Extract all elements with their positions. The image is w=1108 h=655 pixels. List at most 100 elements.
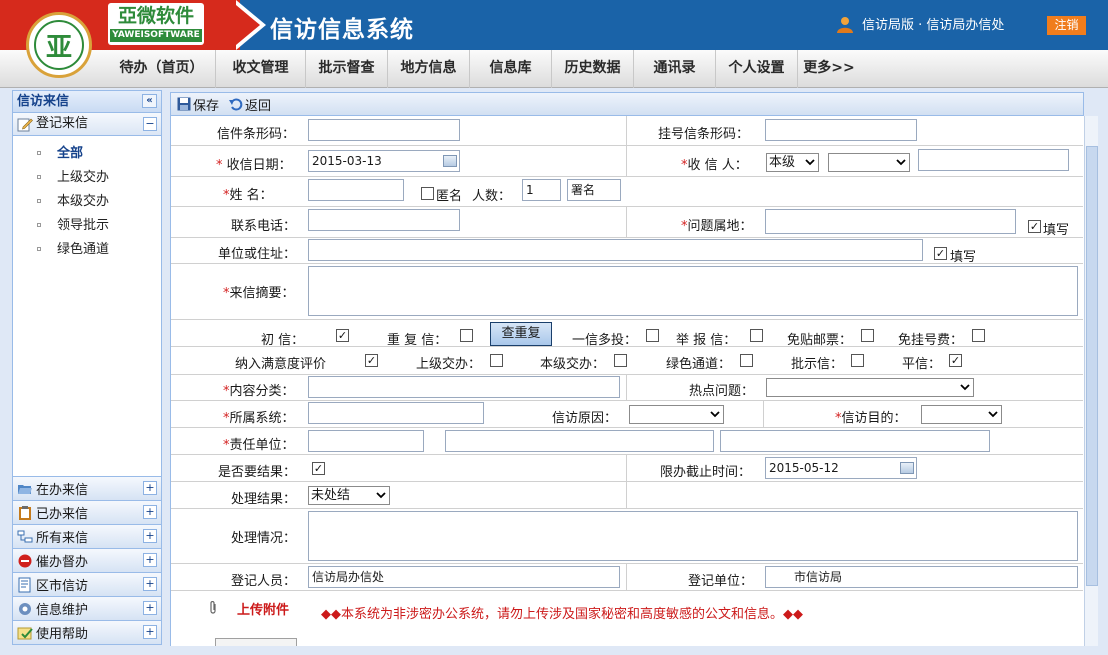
- calendar-icon[interactable]: [900, 462, 914, 474]
- satisfaction-label: 纳入满意度评价: [235, 357, 327, 372]
- nav-instructions[interactable]: 批示督查: [306, 50, 388, 88]
- row-phone: 联系电话： *问题属地： ✓ 填写: [171, 207, 1083, 238]
- check-duplicate-button[interactable]: 查重复: [490, 322, 552, 346]
- green-channel-checkbox[interactable]: [740, 354, 753, 367]
- reason-select[interactable]: [629, 405, 724, 424]
- row-situation: 处理情况：: [171, 509, 1083, 564]
- content-class-label: *内容分类：: [223, 380, 295, 399]
- address-input[interactable]: [308, 239, 923, 261]
- hot-issue-select[interactable]: [766, 378, 974, 397]
- repeat-letter-checkbox[interactable]: [460, 329, 473, 342]
- nav-info-library[interactable]: 信息库: [470, 50, 552, 88]
- panel-label: 区市信访: [36, 579, 89, 594]
- phone-input[interactable]: [308, 209, 460, 231]
- sidebar-item-green[interactable]: 绿色通道: [13, 238, 161, 262]
- barcode-input[interactable]: [308, 119, 460, 141]
- receiver-person-select[interactable]: [828, 153, 910, 172]
- nav-local-info[interactable]: 地方信息: [388, 50, 470, 88]
- situation-textarea[interactable]: [308, 511, 1078, 561]
- instruction-letter-checkbox[interactable]: [851, 354, 864, 367]
- satisfaction-checkbox[interactable]: ✓: [365, 354, 378, 367]
- unit-input-3[interactable]: [720, 430, 990, 452]
- location-fill-label: 填写: [1043, 223, 1070, 238]
- logout-button[interactable]: 注销: [1047, 16, 1086, 35]
- receive-date-input[interactable]: 2015-03-13: [308, 150, 460, 172]
- expand-toggle[interactable]: +: [143, 505, 157, 519]
- location-input[interactable]: [765, 209, 1016, 234]
- superior-assign-checkbox[interactable]: [490, 354, 503, 367]
- expand-toggle[interactable]: +: [143, 577, 157, 591]
- upload-button[interactable]: [215, 638, 297, 646]
- form-scrollbar[interactable]: [1084, 116, 1098, 646]
- sidebar-item-superior[interactable]: 上级交办: [13, 166, 161, 190]
- count-input[interactable]: 1: [522, 179, 561, 201]
- free-registration-checkbox[interactable]: [972, 329, 985, 342]
- signed-input[interactable]: 署名: [567, 179, 621, 201]
- address-fill-checkbox[interactable]: ✓: [934, 247, 947, 260]
- nav-incoming-docs[interactable]: 收文管理: [216, 50, 306, 88]
- local-assign-checkbox[interactable]: [614, 354, 627, 367]
- unit-input-1[interactable]: [308, 430, 424, 452]
- nav-contacts[interactable]: 通讯录: [634, 50, 716, 88]
- location-fill-checkbox[interactable]: ✓: [1028, 220, 1041, 233]
- need-result-checkbox[interactable]: ✓: [312, 462, 325, 475]
- sidebar-item-local[interactable]: 本级交办: [13, 190, 161, 214]
- document-icon: [18, 577, 31, 592]
- panel-district[interactable]: 区市信访 +: [13, 572, 161, 596]
- collapse-sidebar-button[interactable]: «: [142, 94, 157, 108]
- panel-in-progress[interactable]: 在办来信 +: [13, 476, 161, 500]
- panel-maintenance[interactable]: 信息维护 +: [13, 596, 161, 620]
- deadline-input[interactable]: 2015-05-12: [765, 457, 917, 479]
- panel-done[interactable]: 已办来信 +: [13, 500, 161, 524]
- name-input[interactable]: [308, 179, 404, 201]
- row-result: 处理结果： 未处结: [171, 482, 1083, 509]
- nav-home[interactable]: 待办（首页）: [108, 50, 216, 88]
- location-text: 问题属地：: [687, 219, 753, 234]
- situation-label: 处理情况：: [231, 531, 297, 546]
- anonymous-checkbox[interactable]: [421, 187, 434, 200]
- system-label: *所属系统：: [223, 407, 295, 426]
- nav-history[interactable]: 历史数据: [552, 50, 634, 88]
- receiver-level-select[interactable]: 本级: [766, 153, 819, 172]
- instruction-letter-label: 批示信：: [791, 357, 844, 372]
- panel-help[interactable]: 使用帮助 +: [13, 620, 161, 644]
- expand-toggle[interactable]: +: [143, 625, 157, 639]
- back-button[interactable]: 返回: [229, 95, 271, 114]
- ordinary-letter-checkbox[interactable]: ✓: [949, 354, 962, 367]
- expand-toggle[interactable]: +: [143, 529, 157, 543]
- calendar-icon[interactable]: [443, 155, 457, 167]
- sidebar-item-all[interactable]: 全部: [13, 142, 161, 166]
- save-button[interactable]: 保存: [177, 95, 219, 114]
- registrant-input[interactable]: 信访局办信处: [308, 566, 620, 588]
- result-select[interactable]: 未处结: [308, 486, 390, 505]
- sidebar: 信访来信 « 登记来信 − 全部 上级交办 本级交办 领导批示 绿色通道 在办来…: [12, 90, 162, 645]
- upload-attachment-link[interactable]: 上传附件: [237, 599, 289, 618]
- report-letter-checkbox[interactable]: [750, 329, 763, 342]
- content-class-input[interactable]: [308, 376, 620, 398]
- unit-input-2[interactable]: [445, 430, 714, 452]
- sidebar-item-leader[interactable]: 领导批示: [13, 214, 161, 238]
- row-address: 单位或住址： ✓ 填写: [171, 238, 1083, 265]
- nav-personal-settings[interactable]: 个人设置: [716, 50, 798, 88]
- group-collapse-toggle[interactable]: −: [143, 117, 157, 131]
- summary-textarea[interactable]: [308, 266, 1078, 316]
- chevron-down-icon: [893, 155, 908, 170]
- free-stamp-checkbox[interactable]: [861, 329, 874, 342]
- expand-toggle[interactable]: +: [143, 481, 157, 495]
- registered-barcode-input[interactable]: [765, 119, 917, 141]
- multi-submit-checkbox[interactable]: [646, 329, 659, 342]
- anonymous-label: 匿名: [436, 189, 463, 204]
- expand-toggle[interactable]: +: [143, 553, 157, 567]
- system-input[interactable]: [308, 402, 484, 424]
- nav-more[interactable]: 更多>>: [798, 50, 860, 88]
- phone-label: 联系电话：: [231, 219, 297, 234]
- sidebar-group-register[interactable]: 登记来信 −: [13, 113, 161, 136]
- panel-all[interactable]: 所有来信 +: [13, 524, 161, 548]
- scrollbar-thumb[interactable]: [1086, 146, 1098, 586]
- expand-toggle[interactable]: +: [143, 601, 157, 615]
- purpose-select[interactable]: [921, 405, 1002, 424]
- panel-urge[interactable]: 催办督办 +: [13, 548, 161, 572]
- first-letter-checkbox[interactable]: ✓: [336, 329, 349, 342]
- reg-unit-input[interactable]: 市信访局: [765, 566, 1078, 588]
- receiver-name-input[interactable]: [918, 149, 1069, 171]
